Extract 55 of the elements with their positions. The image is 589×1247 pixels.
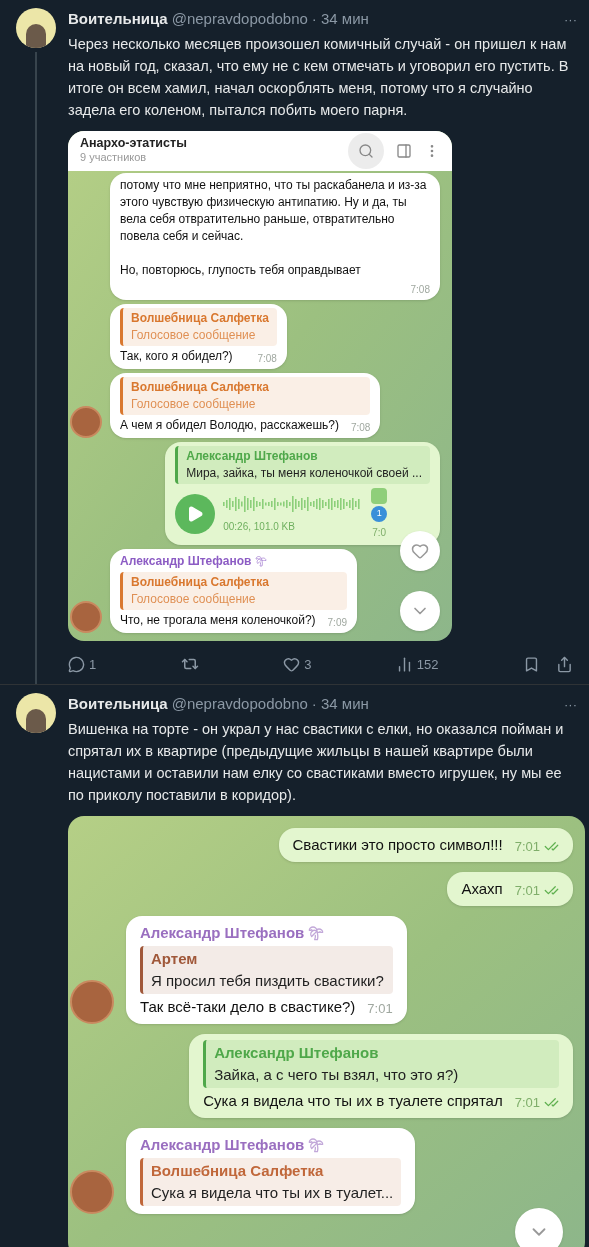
chat-title: Анархо-этатисты xyxy=(80,135,187,152)
reply-text: Голосовое сообщение xyxy=(131,326,257,344)
voice-duration: 00:26, 101.0 KB xyxy=(223,519,296,534)
like-button[interactable]: 3 xyxy=(283,654,312,674)
views-button[interactable]: 152 xyxy=(395,654,439,674)
message-text: А чем я обидел Володю, расскажешь?) xyxy=(120,416,339,434)
message-time: 7:09 xyxy=(327,615,348,630)
message-text: Так всё-таки дело в свастике?) xyxy=(140,996,356,1017)
tweet-time[interactable]: · 34 мин xyxy=(311,8,369,31)
tweet-text: Вишенка на торте - он украл у нас свастики с елки, но оказался пойман и спрятал их в квартире (предыдущие жильцы в нашей квартире были нацистами и оставили нам елку со свастиками вместо игрушек, ну мы ее по приколу поставили в коридор). xyxy=(68,719,565,805)
reply-author: Волшебница Салфетка xyxy=(131,378,270,396)
reply-text: Я просил тебя пиздить свастики? xyxy=(151,970,385,991)
sender-name: Александр Штефанов xyxy=(140,1134,305,1155)
message-text: Что, не трогала меня коленочкой?) xyxy=(120,611,316,629)
reply-quote[interactable]: Волшебница Салфетка Сука я видела что ты их в туалет... xyxy=(140,1157,402,1206)
message-time: 7:01 xyxy=(367,999,393,1018)
message-time: 7:08 xyxy=(350,420,371,435)
more-button[interactable]: ··· xyxy=(564,9,577,29)
message-time: 7:01 xyxy=(514,1093,540,1112)
reply-button[interactable]: 1 xyxy=(68,654,97,674)
reply-text: Сука я видела что ты их в туалет... xyxy=(151,1182,394,1203)
reply-author: Александр Штефанов xyxy=(214,1042,380,1063)
message-time: 7:0 xyxy=(372,525,387,540)
reply-text: Зайка, а с чего ты взял, что это я?) xyxy=(214,1064,460,1085)
reply-quote[interactable]: Артем Я просил тебя пиздить свастики? xyxy=(140,945,393,994)
reply-author: Александр Штефанов xyxy=(186,447,319,465)
author-name[interactable]: Воительница xyxy=(68,8,168,31)
message-text: потому что мне неприятно, что ты раскабанела и из-за этого чувствую физическую антипатию. Ну и да, ты вела себя отвратительно раньше, отвратительно повела себя и сейчас. Но, повторюсь, глупость тебя оправдывает xyxy=(120,176,428,279)
reply-quote[interactable]: Александр Штефанов Зайка, а с чего ты взял, что это я?) xyxy=(203,1039,559,1088)
message-text: Свастики это просто символ!!! xyxy=(292,834,503,855)
author-handle[interactable]: @nepravdopodobno xyxy=(171,8,308,31)
message-text: Так, кого я обидел?) xyxy=(120,347,233,365)
message-time: 7:08 xyxy=(257,351,277,366)
reply-text: Голосовое сообщение xyxy=(131,395,257,413)
tweet-time[interactable]: · 34 мин xyxy=(311,693,369,716)
message-time: 7:01 xyxy=(514,837,540,856)
reply-text: Голосовое сообщение xyxy=(131,590,257,608)
reply-author: Волшебница Салфетка xyxy=(151,1160,325,1181)
reply-author: Волшебница Салфетка xyxy=(131,573,270,591)
reply-text: Мира, зайка, ты меня коленочкой своей ... xyxy=(186,464,422,482)
reply-quote[interactable]: Александр Штефанов Мира, зайка, ты меня коленочкой своей ... xyxy=(175,445,430,484)
reaction-count[interactable]: 1 xyxy=(371,505,388,522)
author-name[interactable]: Воительница xyxy=(68,693,168,716)
author-handle[interactable]: @nepravdopodobno xyxy=(171,693,308,716)
reply-author: Артем xyxy=(151,948,199,969)
reply-author: Волшебница Салфетка xyxy=(131,309,269,327)
sender-name: Александр Штефанов xyxy=(140,922,305,943)
more-button[interactable]: ··· xyxy=(564,694,577,714)
chat-subtitle: 9 участников xyxy=(80,151,148,166)
message-time: 7:08 xyxy=(410,282,430,297)
message-time: 7:01 xyxy=(514,881,540,900)
sender-name: Александр Штефанов xyxy=(120,552,252,570)
message-text: Сука я видела что ты их в туалете спрятал xyxy=(203,1090,503,1111)
tweet-text: Через несколько месяцев произошел комичный случай - он пришел к нам на новый год, сказал, что ему не с кем отмечать и уговорил его пустить. В итоге он всем хамил, начал оскорблять меня, потому что я случайно задела его коленом, пытался побить моего парня. xyxy=(68,34,570,120)
message-text: Ахахп xyxy=(461,878,503,899)
